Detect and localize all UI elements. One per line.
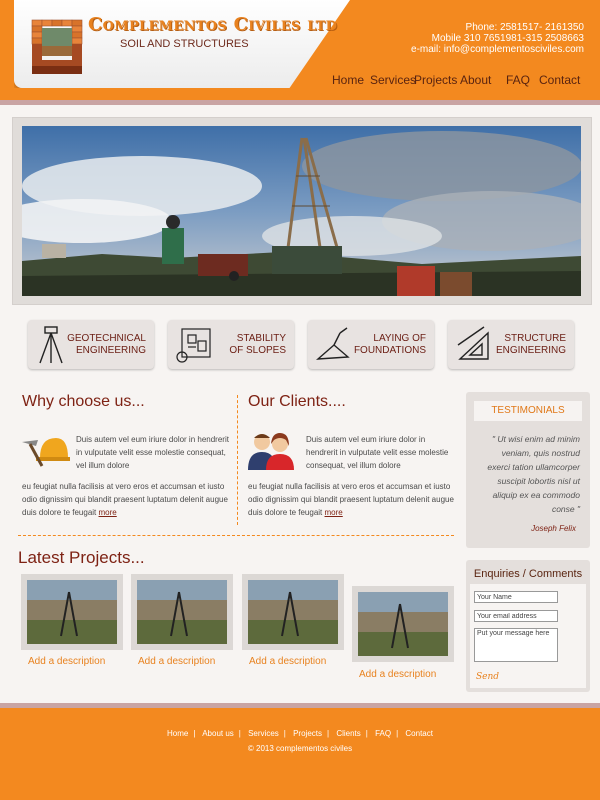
- copyright-text: © 2013 complementos civiles: [247, 744, 353, 753]
- phone-text: Phone: 2581517- 2161350: [465, 22, 584, 33]
- project-caption[interactable]: Add a description: [138, 656, 215, 667]
- blueprint-icon: [176, 328, 211, 363]
- service-structure[interactable]: STRUCTURE ENGINEERING: [448, 320, 574, 369]
- enquiry-form: Enquiries / Comments Put your message he…: [466, 560, 590, 692]
- testimonial-box: TESTIMONIALS " Ut wisi enim ad minim ven…: [466, 392, 590, 548]
- trowel-icon: [315, 327, 350, 360]
- project-caption[interactable]: Add a description: [359, 669, 436, 680]
- service-label: STABILITY OF SLOPES: [229, 333, 286, 356]
- mobile-text: Mobile 310 7651981-315 2508663: [431, 33, 584, 44]
- site-subtitle: SOIL AND STRUCTURES: [120, 38, 249, 50]
- clients-title: Our Clients....: [248, 393, 346, 410]
- send-button[interactable]: Send: [476, 672, 499, 682]
- footer-link-services[interactable]: Services: [248, 729, 279, 738]
- project-image: [27, 580, 117, 644]
- logo-icon[interactable]: [30, 16, 86, 78]
- footer-link-home[interactable]: Home: [167, 729, 188, 738]
- project-caption[interactable]: Add a description: [28, 656, 105, 667]
- project-image: [137, 580, 227, 644]
- name-field[interactable]: [474, 591, 558, 603]
- site-header: Complementos Civiles ltd SOIL AND STRUCT…: [0, 0, 600, 100]
- tripod-icon: [39, 326, 63, 364]
- enquiry-title: Enquiries / Comments: [473, 568, 583, 580]
- site-footer: Home | About us | Services | Projects | Clie…: [0, 708, 600, 800]
- site-title[interactable]: Complementos Civiles ltd: [88, 14, 337, 35]
- service-label: STRUCTURE ENGINEERING: [495, 333, 566, 356]
- service-label: LAYING OF FOUNDATIONS: [353, 333, 426, 356]
- section-divider: [18, 535, 454, 536]
- header-divider: [0, 100, 600, 105]
- set-square-icon: [457, 326, 489, 360]
- message-field[interactable]: Put your message here: [474, 628, 558, 662]
- clients-text-1: Duis autem vel eum iriure dolor in hendr…: [306, 435, 449, 470]
- email-field[interactable]: [474, 610, 558, 622]
- nav-home[interactable]: Home: [332, 73, 364, 87]
- nav-projects[interactable]: Projects: [414, 73, 457, 87]
- footer-link-about[interactable]: About us: [202, 729, 234, 738]
- why-more-link[interactable]: more: [99, 508, 117, 517]
- clients-text-2: eu feugiat nulla facilisis at vero eros …: [248, 482, 454, 517]
- project-caption[interactable]: Add a description: [249, 656, 326, 667]
- project-thumbnail[interactable]: [21, 574, 123, 650]
- why-text-2: eu feugiat nulla facilisis at vero eros …: [22, 482, 228, 517]
- footer-link-contact[interactable]: Contact: [405, 729, 433, 738]
- testimonial-heading: TESTIMONIALS: [474, 401, 582, 421]
- service-label: GEOTECHNICAL ENGINEERING: [67, 333, 146, 356]
- project-thumbnail[interactable]: [352, 586, 454, 662]
- testimonial-quote: " Ut wisi enim ad minim veniam, quis nos…: [487, 434, 580, 514]
- project-image: [358, 592, 448, 656]
- nav-services[interactable]: Services: [370, 73, 416, 87]
- why-title: Why choose us...: [22, 393, 145, 410]
- section-divider: [237, 395, 238, 525]
- footer-link-faq[interactable]: FAQ: [375, 729, 391, 738]
- footer-link-projects[interactable]: Projects: [293, 729, 322, 738]
- latest-projects-title: Latest Projects...: [18, 548, 145, 567]
- project-image: [248, 580, 338, 644]
- hard-hat-icon: [22, 438, 70, 467]
- nav-faq[interactable]: FAQ: [506, 73, 530, 87]
- contact-info: Phone: 2581517- 2161350 Mobile 310 76519…: [411, 22, 584, 55]
- service-geotechnical[interactable]: GEOTECHNICAL ENGINEERING: [28, 320, 154, 369]
- enquiry-form-body: Put your message here Send: [470, 584, 586, 688]
- project-thumbnail[interactable]: [131, 574, 233, 650]
- clients-icon: [248, 433, 294, 470]
- testimonial-author: Joseph Felix: [531, 524, 576, 533]
- why-text-1: Duis autem vel eum iriure dolor in hendr…: [76, 435, 229, 470]
- hero-banner-image: [22, 126, 581, 296]
- nav-about[interactable]: About: [460, 73, 491, 87]
- project-thumbnail[interactable]: [242, 574, 344, 650]
- hero-banner-frame: [12, 117, 592, 305]
- service-foundations[interactable]: LAYING OF FOUNDATIONS: [308, 320, 434, 369]
- email-text: e-mail: info@complementosciviles.com: [411, 44, 584, 55]
- footer-link-clients[interactable]: Clients: [336, 729, 360, 738]
- service-slopes[interactable]: STABILITY OF SLOPES: [168, 320, 294, 369]
- footer-nav: Home | About us | Services | Projects | Clie…: [167, 729, 433, 738]
- nav-contact[interactable]: Contact: [539, 73, 580, 87]
- clients-more-link[interactable]: more: [325, 508, 343, 517]
